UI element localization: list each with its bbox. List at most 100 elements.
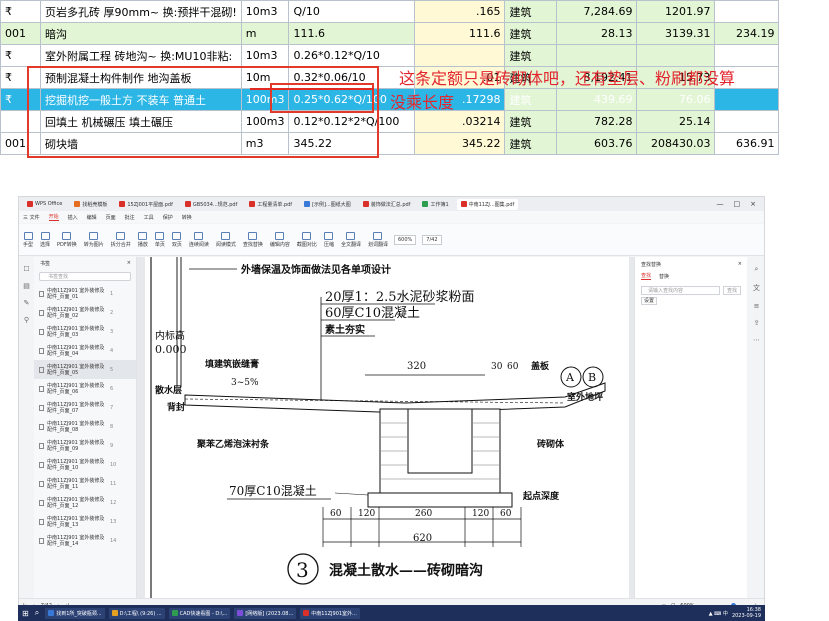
toolbar-button[interactable]: 拆分合并 (111, 231, 131, 248)
table-cell[interactable]: ₹ (0, 0, 41, 23)
table-cell[interactable]: 0.26*0.12*Q/10 (288, 44, 416, 67)
table-cell[interactable]: ₹ (0, 44, 41, 67)
maximize-icon[interactable]: □ (734, 200, 741, 208)
document-tab[interactable]: 工作簿1 (418, 199, 452, 210)
toolbar-button[interactable]: 编辑内容 (270, 231, 290, 248)
table-cell[interactable]: m (240, 22, 290, 45)
toolbar-button[interactable]: 全文翻译 (341, 231, 361, 248)
document-tab[interactable]: [示例]...图纸大图 (300, 199, 355, 210)
find-tab[interactable]: 替换 (659, 273, 669, 280)
table-cell[interactable]: 10m3 (240, 0, 290, 23)
bookmark-item[interactable]: 中南11ZJ901 室外装修及配件_页面_09 9 (34, 436, 136, 455)
table-cell[interactable]: 室外附属工程 砖地沟~ 换:MU10非粘: (40, 44, 242, 67)
table-cell[interactable]: 25.14 (636, 110, 716, 133)
menu-item[interactable]: 三 文件 (23, 214, 40, 221)
toolbar-button[interactable]: PDF转换 (57, 231, 77, 248)
table-cell[interactable]: 208430.03 (636, 132, 716, 155)
find-tab[interactable]: 查找 (641, 272, 652, 280)
table-cell[interactable]: 建筑 (504, 0, 558, 23)
find-input[interactable]: 请输入查找内容 (641, 286, 720, 295)
more-icon[interactable]: ⋯ (753, 336, 760, 344)
menu-item[interactable]: 保护 (163, 214, 173, 221)
toolbar-button[interactable]: 转为图片 (84, 231, 104, 248)
table-cell[interactable] (714, 0, 780, 23)
share-icon[interactable]: ⇪ (754, 319, 760, 327)
bookmark-item[interactable]: 中南11ZJ901 室外装修及配件_页面_11 11 (34, 474, 136, 493)
table-cell[interactable]: 建筑 (504, 88, 558, 111)
document-tab[interactable]: GB5034...规范.pdf (181, 199, 242, 210)
document-tab[interactable]: 装饰做法汇总.pdf (359, 199, 415, 210)
table-cell[interactable]: .165 (414, 0, 506, 23)
taskbar-app[interactable]: 找到1所_突破瓶颈... (45, 607, 105, 619)
table-cell[interactable]: Q/10 (288, 0, 416, 23)
table-cell[interactable]: 建筑 (504, 44, 558, 67)
table-cell[interactable]: 1201.97 (636, 0, 716, 23)
find-button[interactable]: 查找 (723, 286, 741, 295)
adjust-icon[interactable]: ≡ (754, 302, 760, 310)
table-cell[interactable]: 暗沟 (40, 22, 242, 45)
table-cell[interactable] (714, 88, 780, 111)
document-tab[interactable]: 中南11ZJ...图集.pdf (456, 198, 519, 210)
table-cell[interactable]: 439.69 (556, 88, 638, 111)
table-cell[interactable]: 345.22 (414, 132, 506, 155)
table-cell[interactable] (714, 110, 780, 133)
document-tab[interactable]: 15ZJ001平屋面.pdf (115, 199, 177, 210)
toolbar-button[interactable]: 单页 (155, 231, 165, 248)
bookmark-item[interactable]: 中南11ZJ901 室外装修及配件_页面_03 3 (34, 322, 136, 341)
table-cell[interactable]: 页岩多孔砖 厚90mm~ 换:预拌干混砌! (40, 0, 242, 23)
translate-icon[interactable]: 文 (753, 283, 760, 293)
table-cell[interactable]: 111.6 (288, 22, 416, 45)
annotation-icon[interactable]: ✎ (24, 299, 30, 307)
bookmark-item[interactable]: 中南11ZJ901 室外装修及配件_页面_02 2 (34, 303, 136, 322)
clock[interactable]: 16:38 2023-09-19 (732, 607, 761, 619)
panel-close-icon[interactable]: × (127, 260, 131, 266)
toolbar-button[interactable]: 播放 (138, 231, 148, 248)
panel-close-icon-right[interactable]: × (738, 261, 747, 267)
bookmark-item[interactable]: 中南11ZJ901 室外装修及配件_页面_12 12 (34, 493, 136, 512)
table-cell[interactable]: 001 (0, 22, 41, 45)
table-cell[interactable]: 28.13 (556, 22, 638, 45)
menu-item[interactable]: 页面 (106, 214, 116, 221)
menu-item[interactable]: 开始 (48, 213, 59, 221)
document-viewer[interactable]: 外墙保温及饰面做法见各单项设计 20厚1：2.5水泥砂浆粉面 60厚C10混凝土… (137, 257, 634, 598)
table-cell[interactable]: 建筑 (504, 110, 558, 133)
bookmark-item[interactable]: 中南11ZJ901 室外装修及配件_页面_05 5 (34, 360, 136, 379)
toolbar-button[interactable]: 阅读模式 (216, 231, 236, 248)
toolbar-button[interactable]: 查找替换 (243, 231, 263, 248)
bookmark-item[interactable]: 中南11ZJ901 室外装修及配件_页面_04 4 (34, 341, 136, 360)
toolbar-button[interactable]: 手型 (23, 231, 33, 248)
tray-icons[interactable]: ▲ ⌨ 中 (709, 610, 728, 617)
menu-item[interactable]: 插入 (68, 214, 78, 221)
table-cell[interactable]: 10m3 (240, 44, 290, 67)
toolbar-button[interactable]: 划词翻译 (368, 231, 388, 248)
bookmark-icon[interactable]: ☐ (23, 265, 29, 273)
thumbnail-icon[interactable]: ▤ (23, 282, 30, 290)
table-cell[interactable]: 3139.31 (636, 22, 716, 45)
bookmark-item[interactable]: 中南11ZJ901 室外装修及配件_页面_13 13 (34, 512, 136, 531)
table-cell[interactable]: 782.28 (556, 110, 638, 133)
bookmark-item[interactable]: 中南11ZJ901 室外装修及配件_页面_08 8 (34, 417, 136, 436)
toolbar-button[interactable]: 截图对比 (297, 231, 317, 248)
page-field[interactable]: 7/42 (422, 234, 442, 245)
table-cell[interactable]: 603.76 (556, 132, 638, 155)
bookmark-item[interactable]: 中南11ZJ901 室外装修及配件_页面_07 7 (34, 398, 136, 417)
search-icon[interactable]: ⌕ (755, 265, 759, 274)
start-icon[interactable]: ⊞ (22, 609, 29, 618)
zoom-field[interactable]: 600% (393, 234, 417, 245)
taskbar-app[interactable]: [网络版] (2023.08... (234, 607, 297, 619)
table-cell[interactable] (414, 44, 506, 67)
menu-item[interactable]: 批注 (125, 214, 135, 221)
table-cell[interactable]: 建筑 (504, 22, 558, 45)
table-cell[interactable]: 建筑 (504, 132, 558, 155)
table-cell[interactable]: 7,284.69 (556, 0, 638, 23)
toolbar-button[interactable]: 选择 (40, 231, 50, 248)
toolbar-button[interactable]: 双页 (172, 231, 182, 248)
table-cell[interactable] (714, 44, 780, 67)
table-cell[interactable]: 234.19 (714, 22, 780, 45)
menu-item[interactable]: 转换 (182, 214, 192, 221)
bookmark-item[interactable]: 中南11ZJ901 室外装修及配件_页面_10 10 (34, 455, 136, 474)
bookmark-search-input[interactable]: 书签查找 (39, 272, 131, 281)
document-tab[interactable]: WPS Office (23, 199, 66, 210)
taskbar-app[interactable]: CAD快速看图 - D:\... (168, 607, 231, 619)
table-cell[interactable]: 636.91 (714, 132, 780, 155)
